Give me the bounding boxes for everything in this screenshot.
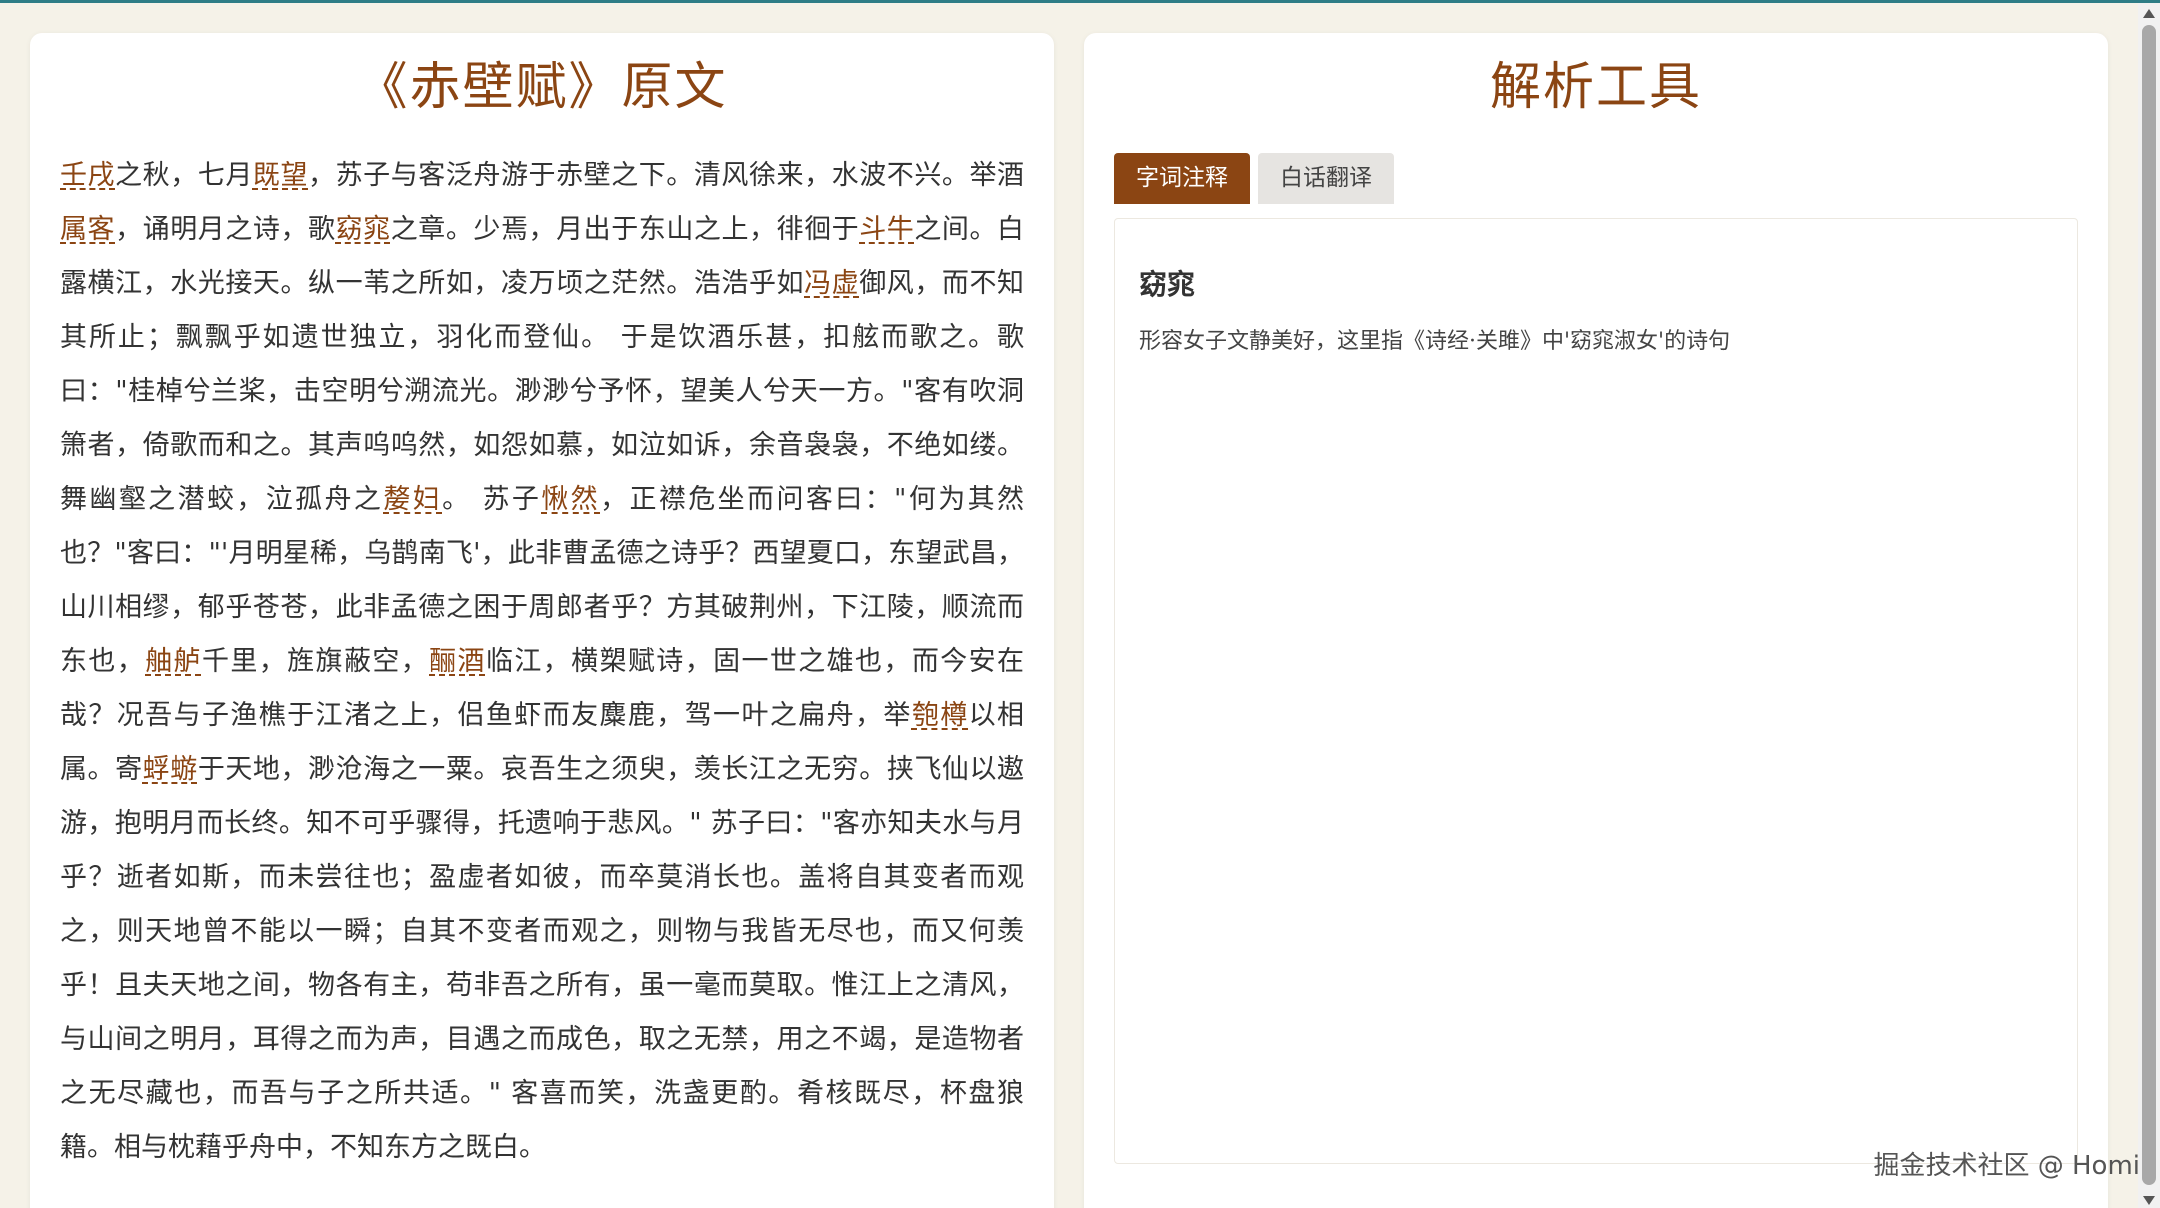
annotated-term[interactable]: 嫠妇 — [383, 484, 442, 515]
tab-word-notes[interactable]: 字词注释 — [1114, 152, 1250, 204]
analysis-tool-title: 解析工具 — [1489, 58, 1702, 117]
text-segment: ，诵明月之诗，歌 — [115, 213, 336, 245]
text-segment: 之秋，七月 — [115, 159, 253, 191]
annotated-term[interactable]: 蜉蝣 — [143, 754, 198, 785]
scroll-up-arrow-icon[interactable] — [2143, 9, 2155, 18]
tab-vernacular-translation[interactable]: 白话翻译 — [1258, 152, 1394, 204]
annotated-term[interactable]: 斗牛 — [859, 214, 914, 245]
app-page: 《赤壁赋》原文 壬戌之秋，七月既望，苏子与客泛舟游于赤壁之下。清风徐来，水波不兴… — [0, 0, 2160, 1208]
annotated-term[interactable]: 愀然 — [541, 484, 600, 515]
original-text-body: 壬戌之秋，七月既望，苏子与客泛舟游于赤壁之下。清风徐来，水波不兴。举酒属客，诵明… — [60, 149, 1024, 1175]
text-segment: 御风，而不知其所止；飘飘乎如遗世独立，羽化而登仙。 于是饮酒乐甚，扣舷而歌之。歌… — [60, 267, 1025, 515]
note-term: 窈窕 — [1139, 267, 1196, 301]
analysis-tool-panel: 解析工具 字词注释 白话翻译 窈窕 形容女子文静美好，这里指《诗经·关雎》中'窈… — [1084, 33, 2108, 1208]
text-segment: ，苏子与客泛舟游于赤壁之下。清风徐来，水波不兴。举酒 — [308, 159, 1025, 191]
text-segment: 千里，旌旗蔽空， — [201, 645, 430, 677]
note-definition: 形容女子文静美好，这里指《诗经·关雎》中'窈窕淑女'的诗句 — [1139, 328, 1731, 354]
annotated-term[interactable]: 窈窕 — [336, 214, 391, 245]
text-segment: 于天地，渺沧海之一粟。哀吾生之须臾，羡长江之无穷。挟飞仙以遨游，抱明月而长终。知… — [60, 753, 1025, 1163]
annotated-term[interactable]: 冯虚 — [804, 268, 859, 299]
annotated-term[interactable]: 壬戌 — [60, 160, 115, 191]
annotated-term[interactable]: 酾酒 — [429, 646, 486, 677]
text-segment: 之章。少焉，月出于东山之上，徘徊于 — [390, 213, 860, 245]
scroll-down-arrow-icon[interactable] — [2143, 1196, 2155, 1205]
scroll-thumb[interactable] — [2142, 25, 2156, 1185]
tab-content: 窈窕 形容女子文静美好，这里指《诗经·关雎》中'窈窕淑女'的诗句 — [1114, 217, 2078, 1164]
original-text-panel: 《赤壁赋》原文 壬戌之秋，七月既望，苏子与客泛舟游于赤壁之下。清风徐来，水波不兴… — [30, 33, 1054, 1208]
analysis-tabs: 字词注释 白话翻译 — [1114, 152, 2078, 204]
annotated-term[interactable]: 属客 — [60, 214, 115, 245]
original-text-title: 《赤壁赋》原文 — [356, 58, 728, 117]
annotated-term[interactable]: 舳舻 — [145, 646, 202, 677]
annotated-term[interactable]: 匏樽 — [912, 700, 969, 731]
page-scrollbar[interactable] — [2138, 3, 2160, 1208]
annotated-term[interactable]: 既望 — [253, 160, 308, 191]
text-segment: 。 苏子 — [442, 483, 542, 515]
watermark: 掘金技术社区 @ Homi — [1873, 1151, 2140, 1181]
